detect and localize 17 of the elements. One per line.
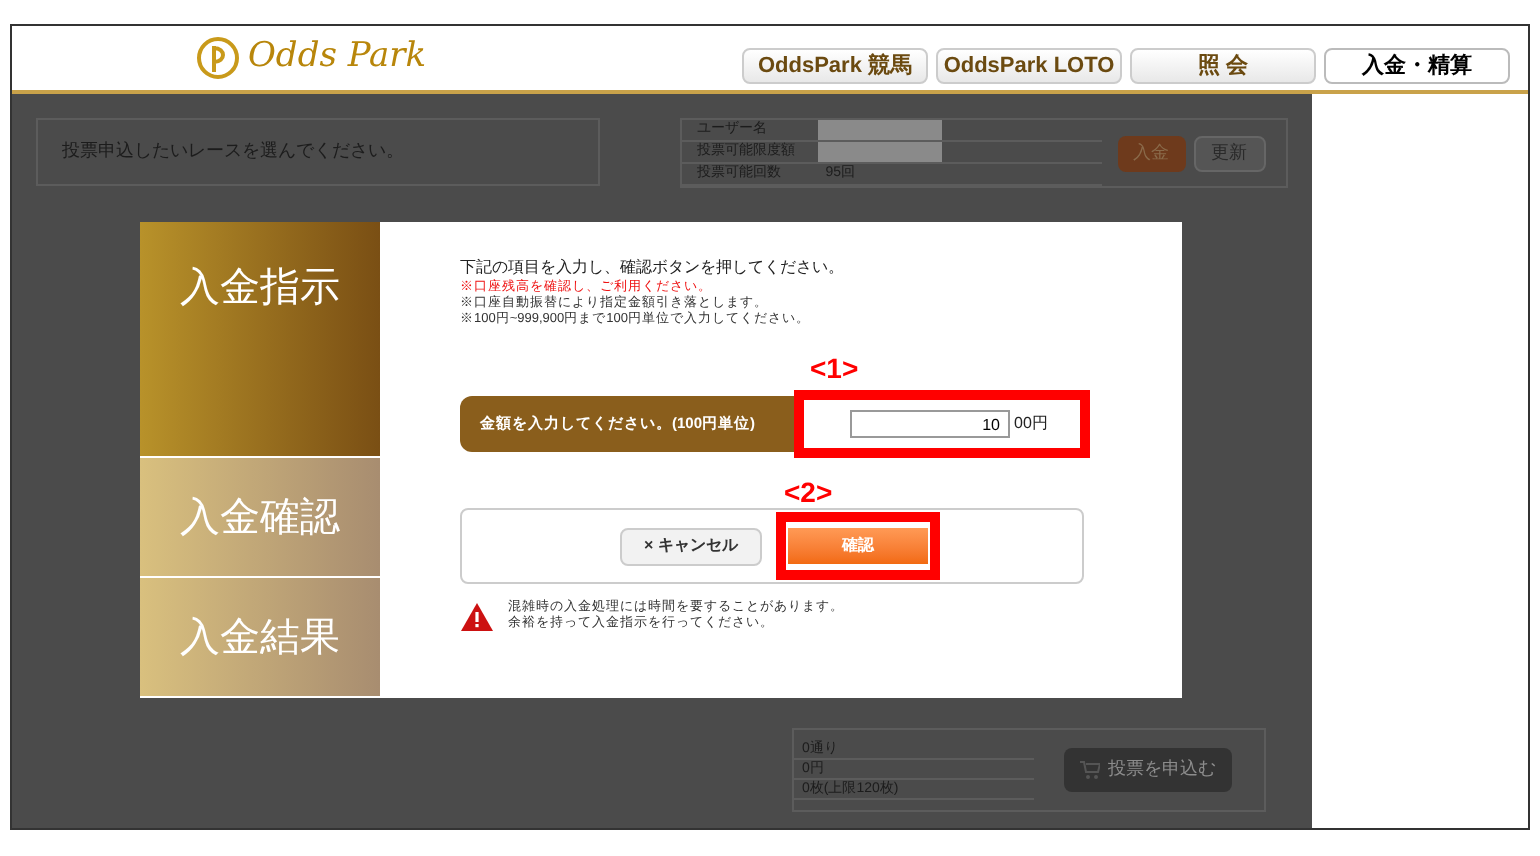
annotation-label: <2> <box>784 474 833 512</box>
submit-button[interactable]: 投票を申込む <box>1064 748 1232 792</box>
amount-input[interactable]: 10 <box>850 410 1010 438</box>
logo-text: Odds Park <box>248 34 427 81</box>
cancel-button[interactable]: × キャンセル <box>620 527 762 565</box>
nav-tab[interactable]: OddsPark LOTO <box>936 48 1122 84</box>
logo-icon <box>196 36 240 80</box>
annotation-label: <1> <box>810 350 859 388</box>
cart-icon <box>1080 760 1100 780</box>
nav-tab[interactable]: 入金・精算 <box>1324 48 1510 84</box>
nav-tab[interactable]: OddsPark 競馬 <box>742 48 928 84</box>
amount-suffix: 00円 <box>1014 412 1048 436</box>
nav-tab[interactable]: 照 会 <box>1130 48 1316 84</box>
hidden-value-block <box>817 120 942 140</box>
warning-icon <box>460 601 494 631</box>
hidden-value-block <box>817 142 942 162</box>
intro-text: 下記の項目を入力し、確認ボタンを押してください。 <box>460 256 846 279</box>
